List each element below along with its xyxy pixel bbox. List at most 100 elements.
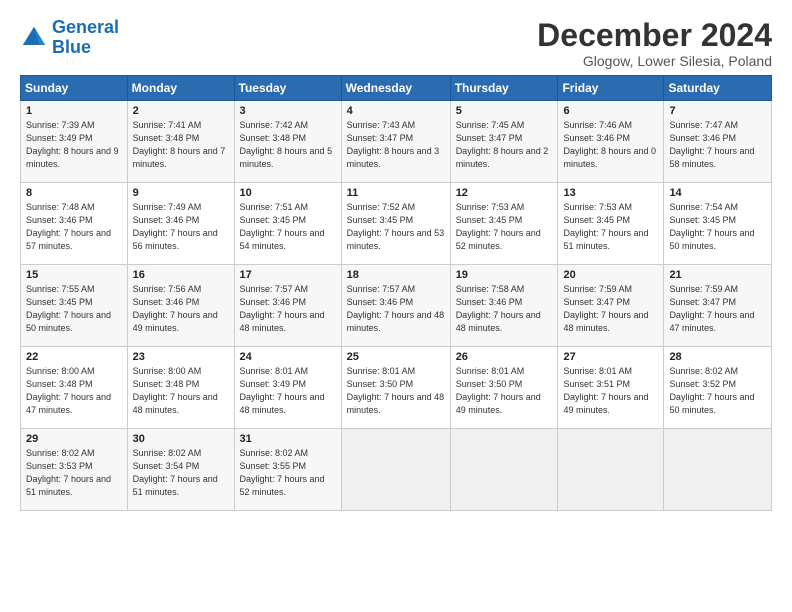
day-number: 30 (133, 433, 229, 445)
day-number: 17 (240, 269, 336, 281)
page: GeneralBlue December 2024 Glogow, Lower … (0, 0, 792, 612)
calendar-cell: 4 Sunrise: 7:43 AMSunset: 3:47 PMDayligh… (341, 101, 450, 183)
title-area: December 2024 Glogow, Lower Silesia, Pol… (537, 18, 772, 69)
day-number: 16 (133, 269, 229, 281)
day-info: Sunrise: 7:46 AMSunset: 3:46 PMDaylight:… (563, 120, 656, 169)
day-info: Sunrise: 7:42 AMSunset: 3:48 PMDaylight:… (240, 120, 333, 169)
day-header-monday: Monday (127, 76, 234, 101)
calendar: SundayMondayTuesdayWednesdayThursdayFrid… (20, 75, 772, 511)
calendar-cell (341, 429, 450, 511)
day-number: 31 (240, 433, 336, 445)
day-info: Sunrise: 7:39 AMSunset: 3:49 PMDaylight:… (26, 120, 119, 169)
day-info: Sunrise: 7:47 AMSunset: 3:46 PMDaylight:… (669, 120, 754, 169)
month-title: December 2024 (537, 18, 772, 53)
day-number: 26 (456, 351, 553, 363)
calendar-cell: 31 Sunrise: 8:02 AMSunset: 3:55 PMDaylig… (234, 429, 341, 511)
day-number: 11 (347, 187, 445, 199)
day-info: Sunrise: 7:43 AMSunset: 3:47 PMDaylight:… (347, 120, 440, 169)
calendar-cell: 1 Sunrise: 7:39 AMSunset: 3:49 PMDayligh… (21, 101, 128, 183)
calendar-cell: 28 Sunrise: 8:02 AMSunset: 3:52 PMDaylig… (664, 347, 772, 429)
day-number: 4 (347, 105, 445, 117)
day-header-tuesday: Tuesday (234, 76, 341, 101)
day-number: 9 (133, 187, 229, 199)
calendar-cell: 27 Sunrise: 8:01 AMSunset: 3:51 PMDaylig… (558, 347, 664, 429)
day-info: Sunrise: 8:01 AMSunset: 3:51 PMDaylight:… (563, 366, 648, 415)
day-info: Sunrise: 8:01 AMSunset: 3:50 PMDaylight:… (456, 366, 541, 415)
subtitle: Glogow, Lower Silesia, Poland (537, 53, 772, 69)
day-info: Sunrise: 7:48 AMSunset: 3:46 PMDaylight:… (26, 202, 111, 251)
day-number: 20 (563, 269, 658, 281)
day-number: 6 (563, 105, 658, 117)
calendar-cell: 23 Sunrise: 8:00 AMSunset: 3:48 PMDaylig… (127, 347, 234, 429)
day-info: Sunrise: 8:02 AMSunset: 3:53 PMDaylight:… (26, 448, 111, 497)
logo-text: GeneralBlue (52, 18, 119, 58)
day-number: 14 (669, 187, 766, 199)
day-info: Sunrise: 7:59 AMSunset: 3:47 PMDaylight:… (563, 284, 648, 333)
day-info: Sunrise: 8:02 AMSunset: 3:52 PMDaylight:… (669, 366, 754, 415)
header: GeneralBlue December 2024 Glogow, Lower … (20, 18, 772, 69)
day-number: 19 (456, 269, 553, 281)
calendar-cell (450, 429, 558, 511)
calendar-cell: 18 Sunrise: 7:57 AMSunset: 3:46 PMDaylig… (341, 265, 450, 347)
calendar-cell: 14 Sunrise: 7:54 AMSunset: 3:45 PMDaylig… (664, 183, 772, 265)
calendar-cell: 8 Sunrise: 7:48 AMSunset: 3:46 PMDayligh… (21, 183, 128, 265)
day-number: 23 (133, 351, 229, 363)
day-number: 10 (240, 187, 336, 199)
day-info: Sunrise: 8:00 AMSunset: 3:48 PMDaylight:… (133, 366, 218, 415)
day-info: Sunrise: 7:53 AMSunset: 3:45 PMDaylight:… (456, 202, 541, 251)
day-info: Sunrise: 7:56 AMSunset: 3:46 PMDaylight:… (133, 284, 218, 333)
day-info: Sunrise: 7:58 AMSunset: 3:46 PMDaylight:… (456, 284, 541, 333)
day-header-sunday: Sunday (21, 76, 128, 101)
calendar-cell: 17 Sunrise: 7:57 AMSunset: 3:46 PMDaylig… (234, 265, 341, 347)
calendar-cell: 30 Sunrise: 8:02 AMSunset: 3:54 PMDaylig… (127, 429, 234, 511)
day-number: 15 (26, 269, 122, 281)
day-header-saturday: Saturday (664, 76, 772, 101)
day-number: 29 (26, 433, 122, 445)
calendar-cell: 15 Sunrise: 7:55 AMSunset: 3:45 PMDaylig… (21, 265, 128, 347)
calendar-cell: 9 Sunrise: 7:49 AMSunset: 3:46 PMDayligh… (127, 183, 234, 265)
day-number: 1 (26, 105, 122, 117)
calendar-cell: 19 Sunrise: 7:58 AMSunset: 3:46 PMDaylig… (450, 265, 558, 347)
day-number: 7 (669, 105, 766, 117)
day-number: 21 (669, 269, 766, 281)
day-header-thursday: Thursday (450, 76, 558, 101)
calendar-cell: 26 Sunrise: 8:01 AMSunset: 3:50 PMDaylig… (450, 347, 558, 429)
logo-icon (20, 24, 48, 52)
calendar-cell (664, 429, 772, 511)
day-number: 13 (563, 187, 658, 199)
calendar-cell: 6 Sunrise: 7:46 AMSunset: 3:46 PMDayligh… (558, 101, 664, 183)
day-info: Sunrise: 7:59 AMSunset: 3:47 PMDaylight:… (669, 284, 754, 333)
day-header-wednesday: Wednesday (341, 76, 450, 101)
calendar-cell: 25 Sunrise: 8:01 AMSunset: 3:50 PMDaylig… (341, 347, 450, 429)
day-info: Sunrise: 7:49 AMSunset: 3:46 PMDaylight:… (133, 202, 218, 251)
day-info: Sunrise: 7:57 AMSunset: 3:46 PMDaylight:… (240, 284, 325, 333)
day-info: Sunrise: 8:01 AMSunset: 3:50 PMDaylight:… (347, 366, 445, 415)
day-info: Sunrise: 8:02 AMSunset: 3:54 PMDaylight:… (133, 448, 218, 497)
calendar-cell: 22 Sunrise: 8:00 AMSunset: 3:48 PMDaylig… (21, 347, 128, 429)
calendar-cell: 10 Sunrise: 7:51 AMSunset: 3:45 PMDaylig… (234, 183, 341, 265)
day-info: Sunrise: 7:52 AMSunset: 3:45 PMDaylight:… (347, 202, 445, 251)
day-number: 18 (347, 269, 445, 281)
day-info: Sunrise: 7:55 AMSunset: 3:45 PMDaylight:… (26, 284, 111, 333)
calendar-cell: 5 Sunrise: 7:45 AMSunset: 3:47 PMDayligh… (450, 101, 558, 183)
calendar-cell: 24 Sunrise: 8:01 AMSunset: 3:49 PMDaylig… (234, 347, 341, 429)
day-info: Sunrise: 7:57 AMSunset: 3:46 PMDaylight:… (347, 284, 445, 333)
day-number: 5 (456, 105, 553, 117)
day-info: Sunrise: 7:54 AMSunset: 3:45 PMDaylight:… (669, 202, 754, 251)
calendar-cell: 12 Sunrise: 7:53 AMSunset: 3:45 PMDaylig… (450, 183, 558, 265)
day-info: Sunrise: 7:51 AMSunset: 3:45 PMDaylight:… (240, 202, 325, 251)
day-number: 3 (240, 105, 336, 117)
day-info: Sunrise: 8:00 AMSunset: 3:48 PMDaylight:… (26, 366, 111, 415)
calendar-cell: 20 Sunrise: 7:59 AMSunset: 3:47 PMDaylig… (558, 265, 664, 347)
day-number: 27 (563, 351, 658, 363)
day-number: 8 (26, 187, 122, 199)
calendar-cell: 21 Sunrise: 7:59 AMSunset: 3:47 PMDaylig… (664, 265, 772, 347)
calendar-cell: 7 Sunrise: 7:47 AMSunset: 3:46 PMDayligh… (664, 101, 772, 183)
logo: GeneralBlue (20, 18, 119, 58)
day-number: 25 (347, 351, 445, 363)
day-number: 2 (133, 105, 229, 117)
day-number: 12 (456, 187, 553, 199)
day-number: 24 (240, 351, 336, 363)
day-info: Sunrise: 8:02 AMSunset: 3:55 PMDaylight:… (240, 448, 325, 497)
day-info: Sunrise: 7:53 AMSunset: 3:45 PMDaylight:… (563, 202, 648, 251)
